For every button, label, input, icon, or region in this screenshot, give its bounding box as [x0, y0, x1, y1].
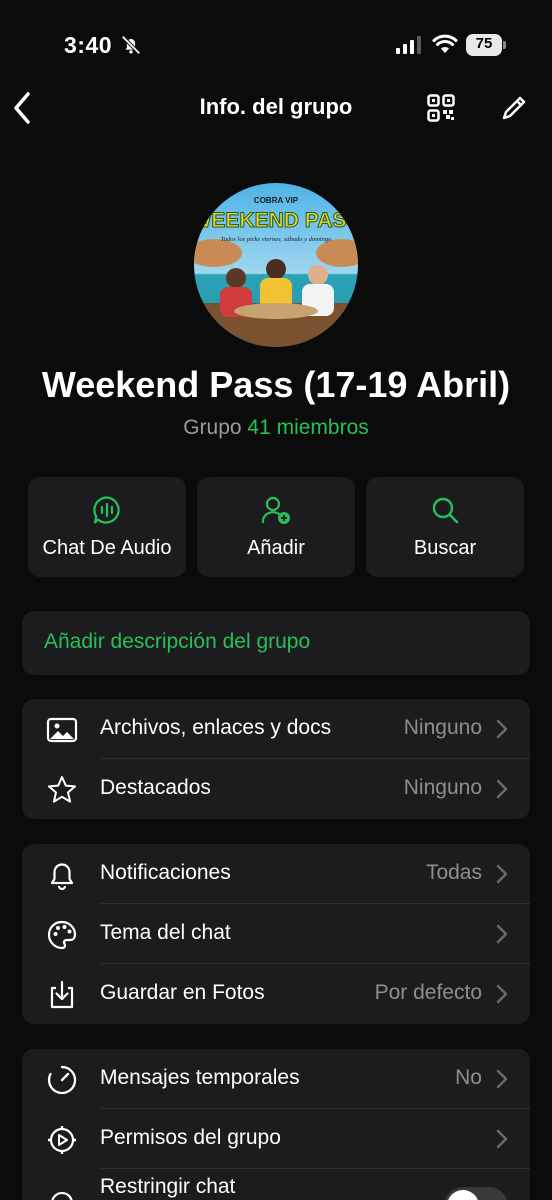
- row-value: Todas: [425, 861, 482, 884]
- search-label: Buscar: [413, 537, 477, 559]
- lock-chat-icon: [51, 1191, 73, 1200]
- status-bar: 3:40 75: [0, 0, 552, 90]
- restrict-chat-toggle[interactable]: [444, 1187, 508, 1200]
- search-button[interactable]: Buscar: [366, 477, 524, 577]
- chevron-right-icon: [496, 1129, 508, 1149]
- page-title: Info. del grupo: [199, 94, 353, 119]
- chevron-right-icon: [496, 984, 508, 1004]
- row-restrict-chat: Restringir chat: [22, 1169, 530, 1200]
- group-subtitle: Grupo 41 miembros: [0, 416, 552, 440]
- settings-section: Notificaciones Todas Tema del chat Guard…: [22, 844, 530, 1024]
- chevron-right-icon: [496, 779, 508, 799]
- row-label: Archivos, enlaces y docs: [100, 716, 332, 739]
- action-buttons: Chat De Audio Añadir Buscar: [28, 477, 524, 577]
- row-starred[interactable]: Destacados Ninguno: [22, 759, 530, 819]
- battery-icon: 75: [466, 34, 506, 56]
- avatar-text-top: COBRA VIP: [254, 196, 299, 205]
- chevron-right-icon: [496, 719, 508, 739]
- qr-code-icon[interactable]: [427, 94, 455, 122]
- search-icon: [432, 497, 459, 524]
- row-disappearing-messages[interactable]: Mensajes temporales No: [22, 1049, 530, 1109]
- chevron-right-icon: [496, 1069, 508, 1089]
- timer-icon: [47, 1065, 77, 1095]
- add-description-button[interactable]: Añadir descripción del grupo: [22, 611, 530, 675]
- edit-icon[interactable]: [500, 94, 528, 122]
- bell-slash-icon: [121, 35, 141, 55]
- privacy-section: Mensajes temporales No Permisos del grup…: [22, 1049, 530, 1200]
- group-name: Weekend Pass (17-19 Abril): [41, 364, 511, 405]
- audio-chat-label: Chat De Audio: [42, 537, 172, 559]
- row-label: Destacados: [100, 776, 211, 799]
- row-value: Ninguno: [403, 776, 482, 799]
- chevron-right-icon: [496, 924, 508, 944]
- row-chat-theme[interactable]: Tema del chat: [22, 904, 530, 964]
- group-type-label: Grupo: [183, 416, 242, 439]
- row-label: Guardar en Fotos: [100, 981, 265, 1004]
- row-label: Permisos del grupo: [100, 1126, 281, 1149]
- row-files-links-docs[interactable]: Archivos, enlaces y docs Ninguno: [22, 699, 530, 759]
- row-label: Mensajes temporales: [100, 1066, 300, 1089]
- star-icon: [48, 776, 76, 803]
- toggle-knob: [447, 1190, 479, 1200]
- media-section: Archivos, enlaces y docs Ninguno Destaca…: [22, 699, 530, 819]
- row-value: Ninguno: [403, 716, 482, 739]
- members-link[interactable]: 41 miembros: [247, 416, 368, 439]
- row-value: Por defecto: [374, 981, 482, 1004]
- signal-icon: [396, 36, 421, 54]
- gear-icon: [48, 1126, 76, 1154]
- download-icon: [50, 980, 74, 1009]
- row-notifications[interactable]: Notificaciones Todas: [22, 844, 530, 904]
- row-save-to-photos[interactable]: Guardar en Fotos Por defecto: [22, 964, 530, 1024]
- row-label: Restringir chat: [100, 1175, 236, 1198]
- avatar-text-main: WEEKEND PASS: [194, 209, 358, 232]
- row-label: Tema del chat: [100, 921, 231, 944]
- add-member-label: Añadir: [247, 537, 305, 559]
- avatar-text-tag: Todos los picks viernes, sábado y doming…: [221, 236, 333, 243]
- chevron-right-icon: [496, 864, 508, 884]
- audio-chat-button[interactable]: Chat De Audio: [28, 477, 186, 577]
- add-member-button[interactable]: Añadir: [197, 477, 355, 577]
- add-person-icon: [261, 496, 290, 524]
- nav-bar: Info. del grupo: [0, 82, 552, 134]
- add-description-label: Añadir descripción del grupo: [44, 630, 311, 653]
- row-label: Notificaciones: [100, 861, 231, 884]
- status-time: 3:40: [64, 32, 113, 58]
- image-icon: [46, 717, 78, 743]
- audio-chat-icon: [93, 496, 120, 524]
- group-avatar[interactable]: COBRA VIP WEEKEND PASS Todos los picks v…: [194, 183, 358, 347]
- wifi-icon: [432, 34, 458, 53]
- bell-icon: [50, 863, 74, 891]
- row-value: No: [455, 1066, 482, 1089]
- row-group-permissions[interactable]: Permisos del grupo: [22, 1109, 530, 1169]
- palette-icon: [47, 920, 77, 950]
- battery-percent: 75: [475, 35, 493, 52]
